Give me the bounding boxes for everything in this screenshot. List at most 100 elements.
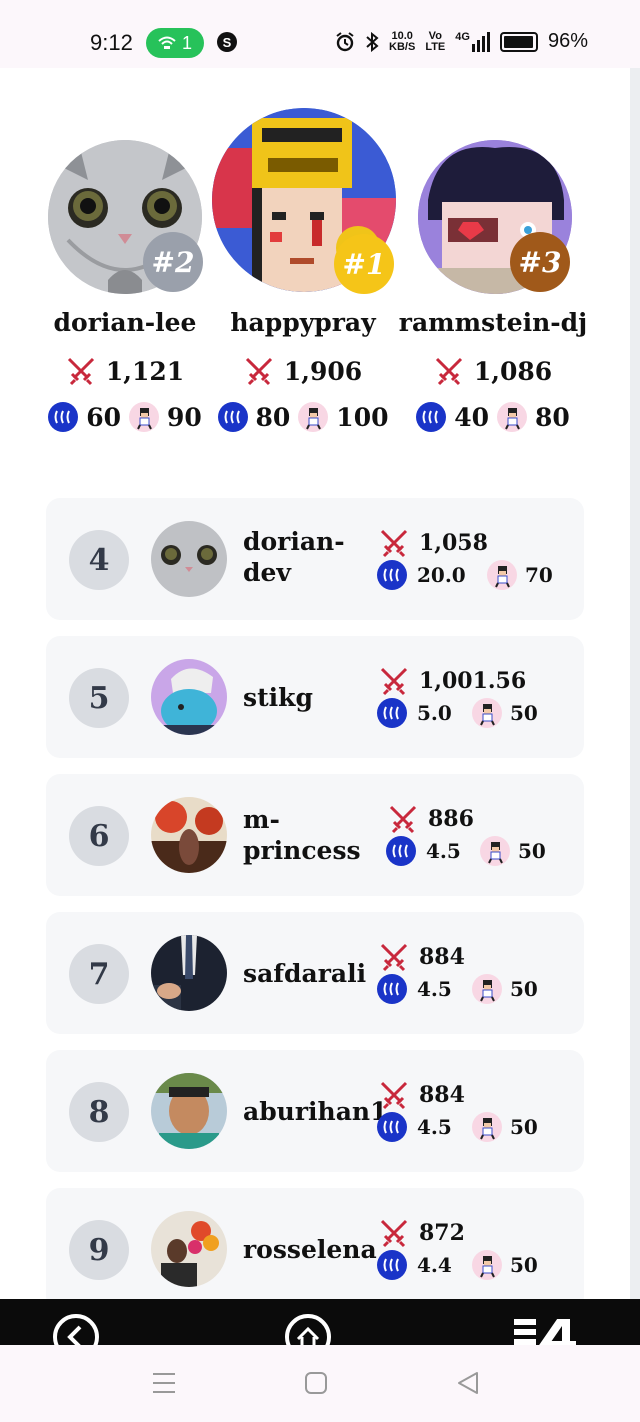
- back-nav-icon[interactable]: [52, 1313, 100, 1345]
- score: 1,121: [30, 356, 220, 386]
- home-nav-icon[interactable]: [284, 1313, 332, 1345]
- battle-pass-icon: [487, 560, 517, 590]
- username[interactable]: rosselena: [243, 1234, 377, 1265]
- battle-pass-icon: [472, 1112, 502, 1142]
- home-button-icon[interactable]: [305, 1372, 327, 1394]
- leaderboard-row[interactable]: 8 aburihan1 884 4.5 50: [46, 1050, 584, 1172]
- steem-icon: [377, 698, 407, 728]
- rank-number: 5: [69, 668, 129, 728]
- steem-icon: [377, 974, 407, 1004]
- steem-power: 4.5: [377, 974, 452, 1004]
- rank-number: 9: [69, 1220, 129, 1280]
- steem-icon: [48, 402, 79, 432]
- steem-icon: [386, 836, 416, 866]
- rank-number: 4: [69, 530, 129, 590]
- score: 1,086: [398, 356, 588, 386]
- leaderboard-row[interactable]: 7 safdarali 884 4.5 50: [46, 912, 584, 1034]
- battle-pass-icon: [472, 698, 502, 728]
- bottom-nav: [0, 1299, 640, 1345]
- rank-number: 6: [69, 806, 129, 866]
- score: 872: [379, 1218, 465, 1248]
- battle-pass-icon: [298, 402, 329, 432]
- avatar: [151, 935, 227, 1011]
- swords-icon: [435, 357, 462, 386]
- swords-icon: [380, 1081, 408, 1110]
- battle-pass-icon: [129, 402, 159, 432]
- network-speed: 10.0 KB/S: [389, 29, 416, 53]
- steem-power: 4.5: [386, 836, 461, 866]
- leaderboard-row[interactable]: 9 rosselena 872 4.4 50: [46, 1188, 584, 1310]
- battery-icon: [499, 31, 538, 52]
- score: 1,001.56: [379, 666, 526, 696]
- rank-number: 8: [69, 1082, 129, 1142]
- alarm-icon: [336, 31, 354, 51]
- battle-pass-icon: [472, 1250, 502, 1280]
- wifi-icon: [158, 36, 176, 49]
- podium: #2 dorian-lee 1,121 60 90 #1 happypray 1…: [0, 108, 630, 468]
- rank-badge: #1: [334, 234, 394, 294]
- avatar: [151, 521, 227, 597]
- score: 884: [379, 1080, 465, 1110]
- stats: 40 80: [398, 402, 588, 432]
- avatar: [151, 659, 227, 735]
- avatar: [151, 1073, 227, 1149]
- podium-entry-first[interactable]: #1 happypray 1,906 80 100: [208, 108, 398, 468]
- username[interactable]: happypray: [208, 308, 398, 337]
- rank-badge: #2: [143, 232, 203, 292]
- hotspot-indicator: 1: [146, 28, 204, 58]
- username[interactable]: m-princess: [243, 804, 361, 866]
- leaderboard-row[interactable]: 6 m-princess 886 4.5 50: [46, 774, 584, 896]
- steem-icon: [217, 402, 248, 432]
- steem-icon: [377, 560, 407, 590]
- steem-power: 4.4: [377, 1250, 452, 1280]
- leaderboard-nav-icon[interactable]: [514, 1319, 578, 1345]
- back-button-icon[interactable]: [456, 1371, 480, 1395]
- username[interactable]: dorian-lee: [30, 308, 220, 337]
- score: 1,058: [379, 528, 488, 558]
- score: 884: [379, 942, 465, 972]
- stats: 60 90: [30, 402, 220, 432]
- battle-pass-icon: [480, 836, 510, 866]
- swords-icon: [380, 667, 408, 696]
- username[interactable]: stikg: [243, 682, 313, 713]
- username[interactable]: rammstein-dj: [398, 308, 588, 337]
- battle-pass: 50: [472, 974, 538, 1004]
- steem-icon: [416, 402, 447, 432]
- scrollbar[interactable]: [630, 68, 640, 1300]
- battle-pass-icon: [497, 402, 527, 432]
- battery-percent: 96%: [547, 30, 588, 52]
- status-indicators: 10.0 KB/S Vo LTE 4G 96%: [335, 30, 588, 53]
- swords-icon: [380, 529, 408, 558]
- avatar: [151, 797, 227, 873]
- bluetooth-icon: [366, 31, 379, 52]
- status-time: 9:12: [90, 30, 133, 55]
- swords-icon: [67, 357, 94, 386]
- steem-power: 5.0: [377, 698, 452, 728]
- swords-icon: [380, 1219, 408, 1248]
- battle-pass: 50: [472, 1112, 538, 1142]
- username[interactable]: safdarali: [243, 958, 366, 989]
- leaderboard-row[interactable]: 4 dorian-dev 1,058 20.0 70: [46, 498, 584, 620]
- stats: 80 100: [208, 402, 398, 432]
- podium-entry-third[interactable]: #3 rammstein-dj 1,086 40 80: [398, 108, 588, 468]
- hotspot-count: 1: [181, 32, 192, 53]
- volte-indicator: Vo LTE: [425, 29, 446, 53]
- signal-icon: 4G: [455, 31, 490, 52]
- battle-pass: 50: [472, 698, 538, 728]
- battle-pass: 50: [480, 836, 546, 866]
- leaderboard-row[interactable]: 5 stikg 1,001.56 5.0 50: [46, 636, 584, 758]
- podium-entry-second[interactable]: #2 dorian-lee 1,121 60 90: [30, 108, 220, 468]
- rank-badge: #3: [510, 232, 570, 292]
- app-notification-icon: S: [217, 32, 237, 52]
- score: 886: [388, 804, 474, 834]
- steem-icon: [377, 1250, 407, 1280]
- username[interactable]: aburihan1: [243, 1096, 387, 1127]
- system-navigation: [0, 1345, 640, 1422]
- username[interactable]: dorian-dev: [243, 526, 345, 588]
- recents-menu-icon[interactable]: [152, 1371, 176, 1395]
- swords-icon: [245, 357, 272, 386]
- battle-pass: 50: [472, 1250, 538, 1280]
- score: 1,906: [208, 356, 398, 386]
- status-bar: 9:12 1 S 10.0 KB/S Vo LTE 4G 96%: [0, 0, 640, 68]
- swords-icon: [389, 805, 417, 834]
